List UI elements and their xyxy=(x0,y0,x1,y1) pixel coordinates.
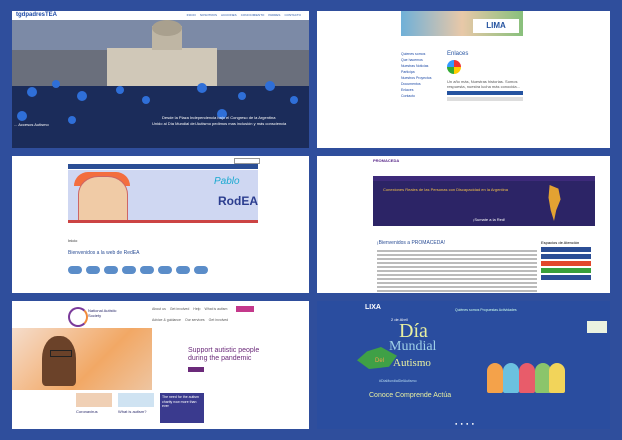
feature-card[interactable]: Coronavirus xyxy=(76,393,112,425)
card-title: Coronavirus xyxy=(76,409,98,414)
banner-name: Pablo xyxy=(214,176,240,187)
heart-logo-icon xyxy=(447,60,461,74)
hero-caption-left: ... Accesos Autismo xyxy=(14,122,49,127)
partner-logos xyxy=(68,266,208,274)
nav-item[interactable]: Help xyxy=(193,307,200,311)
title-mundial: Mundial xyxy=(389,339,437,354)
sidebar-link[interactable] xyxy=(541,261,591,266)
hero-photo-woman xyxy=(12,328,152,390)
website-screenshot-rodea: Pablo RodEA Inicio Bienvenidos a la web … xyxy=(12,156,309,293)
partner-logo[interactable] xyxy=(104,266,118,274)
website-screenshot-lima: LIMA Quienes somos Que hacemos Nuestras … xyxy=(317,11,610,148)
quote-card[interactable]: The need for the autism charity now more… xyxy=(160,393,204,423)
feature-card[interactable]: What is autism? xyxy=(118,393,154,425)
title-del: Del xyxy=(375,358,385,364)
sidebar-link[interactable] xyxy=(541,247,591,252)
hero-photo-congress xyxy=(12,20,309,148)
feature-cards: Coronavirus What is autism? The need for… xyxy=(76,393,204,425)
site-logo[interactable]: LIMA xyxy=(473,19,519,33)
nav-item-padres[interactable]: PADRES xyxy=(268,13,280,17)
carousel-dots[interactable]: ● ● ● ● xyxy=(455,421,475,426)
nav-item[interactable]: What is autism xyxy=(205,307,228,311)
accent-strip xyxy=(68,220,258,223)
site-logo[interactable]: PROMACEDA xyxy=(373,158,399,163)
hero-headline: Support autistic people during the pande… xyxy=(188,347,260,362)
section-divider xyxy=(447,97,523,101)
nav-item-acciones[interactable]: ACCIONES xyxy=(221,13,237,17)
read-more-button[interactable] xyxy=(188,367,204,372)
section-bar xyxy=(447,91,523,95)
page-background xyxy=(317,301,610,429)
page-title: Enlaces xyxy=(447,51,469,57)
site-logo-text[interactable]: National Autistic Society xyxy=(88,308,128,318)
breadcrumb-inicio[interactable]: Inicio xyxy=(68,238,77,243)
nav-item[interactable]: Advice & guidance xyxy=(152,318,181,322)
partner-logo[interactable] xyxy=(86,266,100,274)
nav-item[interactable]: Get involved xyxy=(209,318,228,322)
sidebar-links: Espacios de Atención xyxy=(541,240,591,282)
main-content: Enlaces Un año más, Nuestras historias. … xyxy=(447,51,523,103)
website-screenshot-tgdpadrestea: tgdpadresTEA INICIO NOSOTROS ACCIONES CO… xyxy=(12,11,309,148)
welcome-heading: ¡Bienvenidos a PROMACEDA! xyxy=(377,240,446,246)
site-nav: INICIO NOSOTROS ACCIONES CONOCIMIENTO PA… xyxy=(187,13,301,17)
sidebar-title: Espacios de Atención xyxy=(541,240,580,245)
hero-text: Conexiones Reales de las Personas con Di… xyxy=(383,187,508,192)
nav-item-contacto[interactable]: CONTACTO xyxy=(284,13,301,17)
nav-item[interactable]: Get involved xyxy=(170,307,189,311)
site-logo[interactable]: tgdpadresTEA xyxy=(16,12,57,18)
secondary-nav: Advice & guidance Our services Get invol… xyxy=(152,318,228,322)
content-blurb: Un año más, Nuestras historias. Somos re… xyxy=(447,79,520,89)
hero-banner: Conexiones Reales de las Personas con Di… xyxy=(373,181,595,226)
hero-caption-line1: Desde la Plaza Independencia bajo el Con… xyxy=(162,115,276,120)
nav-item-inicio[interactable]: INICIO xyxy=(187,13,196,17)
drawing-face xyxy=(78,176,128,222)
partner-logo[interactable] xyxy=(140,266,154,274)
nas-logo-icon[interactable] xyxy=(68,307,88,327)
site-logo[interactable]: LIXA xyxy=(365,304,381,311)
partner-logo[interactable] xyxy=(194,266,208,274)
hero-caption-line2: Unido al Día Mundial del Autismo pedimos… xyxy=(152,121,287,126)
kids-illustration xyxy=(487,349,565,393)
person-figure xyxy=(42,336,76,386)
card-title: What is autism? xyxy=(118,409,147,414)
hashtag: #DíaMundialDelAutismo xyxy=(379,379,417,383)
site-header: tgdpadresTEA INICIO NOSOTROS ACCIONES CO… xyxy=(12,11,309,20)
nav-item-conocimiento[interactable]: CONOCIMIENTO xyxy=(241,13,265,17)
donate-button[interactable] xyxy=(236,306,254,312)
nav-item-nosotros[interactable]: NOSOTROS xyxy=(200,13,217,17)
nav-item[interactable]: Our services xyxy=(185,318,205,322)
menu-item[interactable]: Contacto xyxy=(401,93,441,99)
side-menu: Quienes somos Que hacemos Nuestras Notic… xyxy=(401,51,441,99)
header-banner-pablo: Pablo RodEA xyxy=(68,170,258,222)
body-text xyxy=(377,248,537,293)
website-screenshot-lixa: LIXA Quiénes somos Propuestas Actividade… xyxy=(317,301,610,429)
sidebar-link[interactable] xyxy=(541,254,591,259)
top-nav[interactable]: Quiénes somos Propuestas Actividades xyxy=(455,308,517,312)
corner-badge[interactable] xyxy=(587,321,607,333)
welcome-heading: Bienvenidos a la web de RedEA xyxy=(68,250,140,256)
join-network-button[interactable]: ¡Sumate a la Red! xyxy=(473,217,505,222)
top-nav-bar[interactable] xyxy=(68,164,258,169)
card-image xyxy=(76,393,112,407)
partner-logo[interactable] xyxy=(176,266,190,274)
glasses-shape xyxy=(50,350,72,357)
nav-item[interactable]: About us xyxy=(152,307,166,311)
top-nav: About us Get involved Help What is autis… xyxy=(152,307,227,311)
sidebar-link[interactable] xyxy=(541,275,591,280)
card-image xyxy=(118,393,154,407)
brand-title: RodEA xyxy=(218,194,258,208)
title-autismo: Autismo xyxy=(393,357,431,369)
partner-logo[interactable] xyxy=(68,266,82,274)
website-screenshot-promaceda: PROMACEDA Conexiones Reales de las Perso… xyxy=(317,156,610,293)
sidebar-link[interactable] xyxy=(541,268,591,273)
partner-logo[interactable] xyxy=(158,266,172,274)
website-screenshot-national-autistic-society: National Autistic Society About us Get i… xyxy=(12,301,309,429)
motto: Conoce Comprende Actúa xyxy=(369,392,452,399)
site-header: PROMACEDA xyxy=(317,156,610,176)
argentina-map-icon xyxy=(548,185,561,221)
partner-logo[interactable] xyxy=(122,266,136,274)
